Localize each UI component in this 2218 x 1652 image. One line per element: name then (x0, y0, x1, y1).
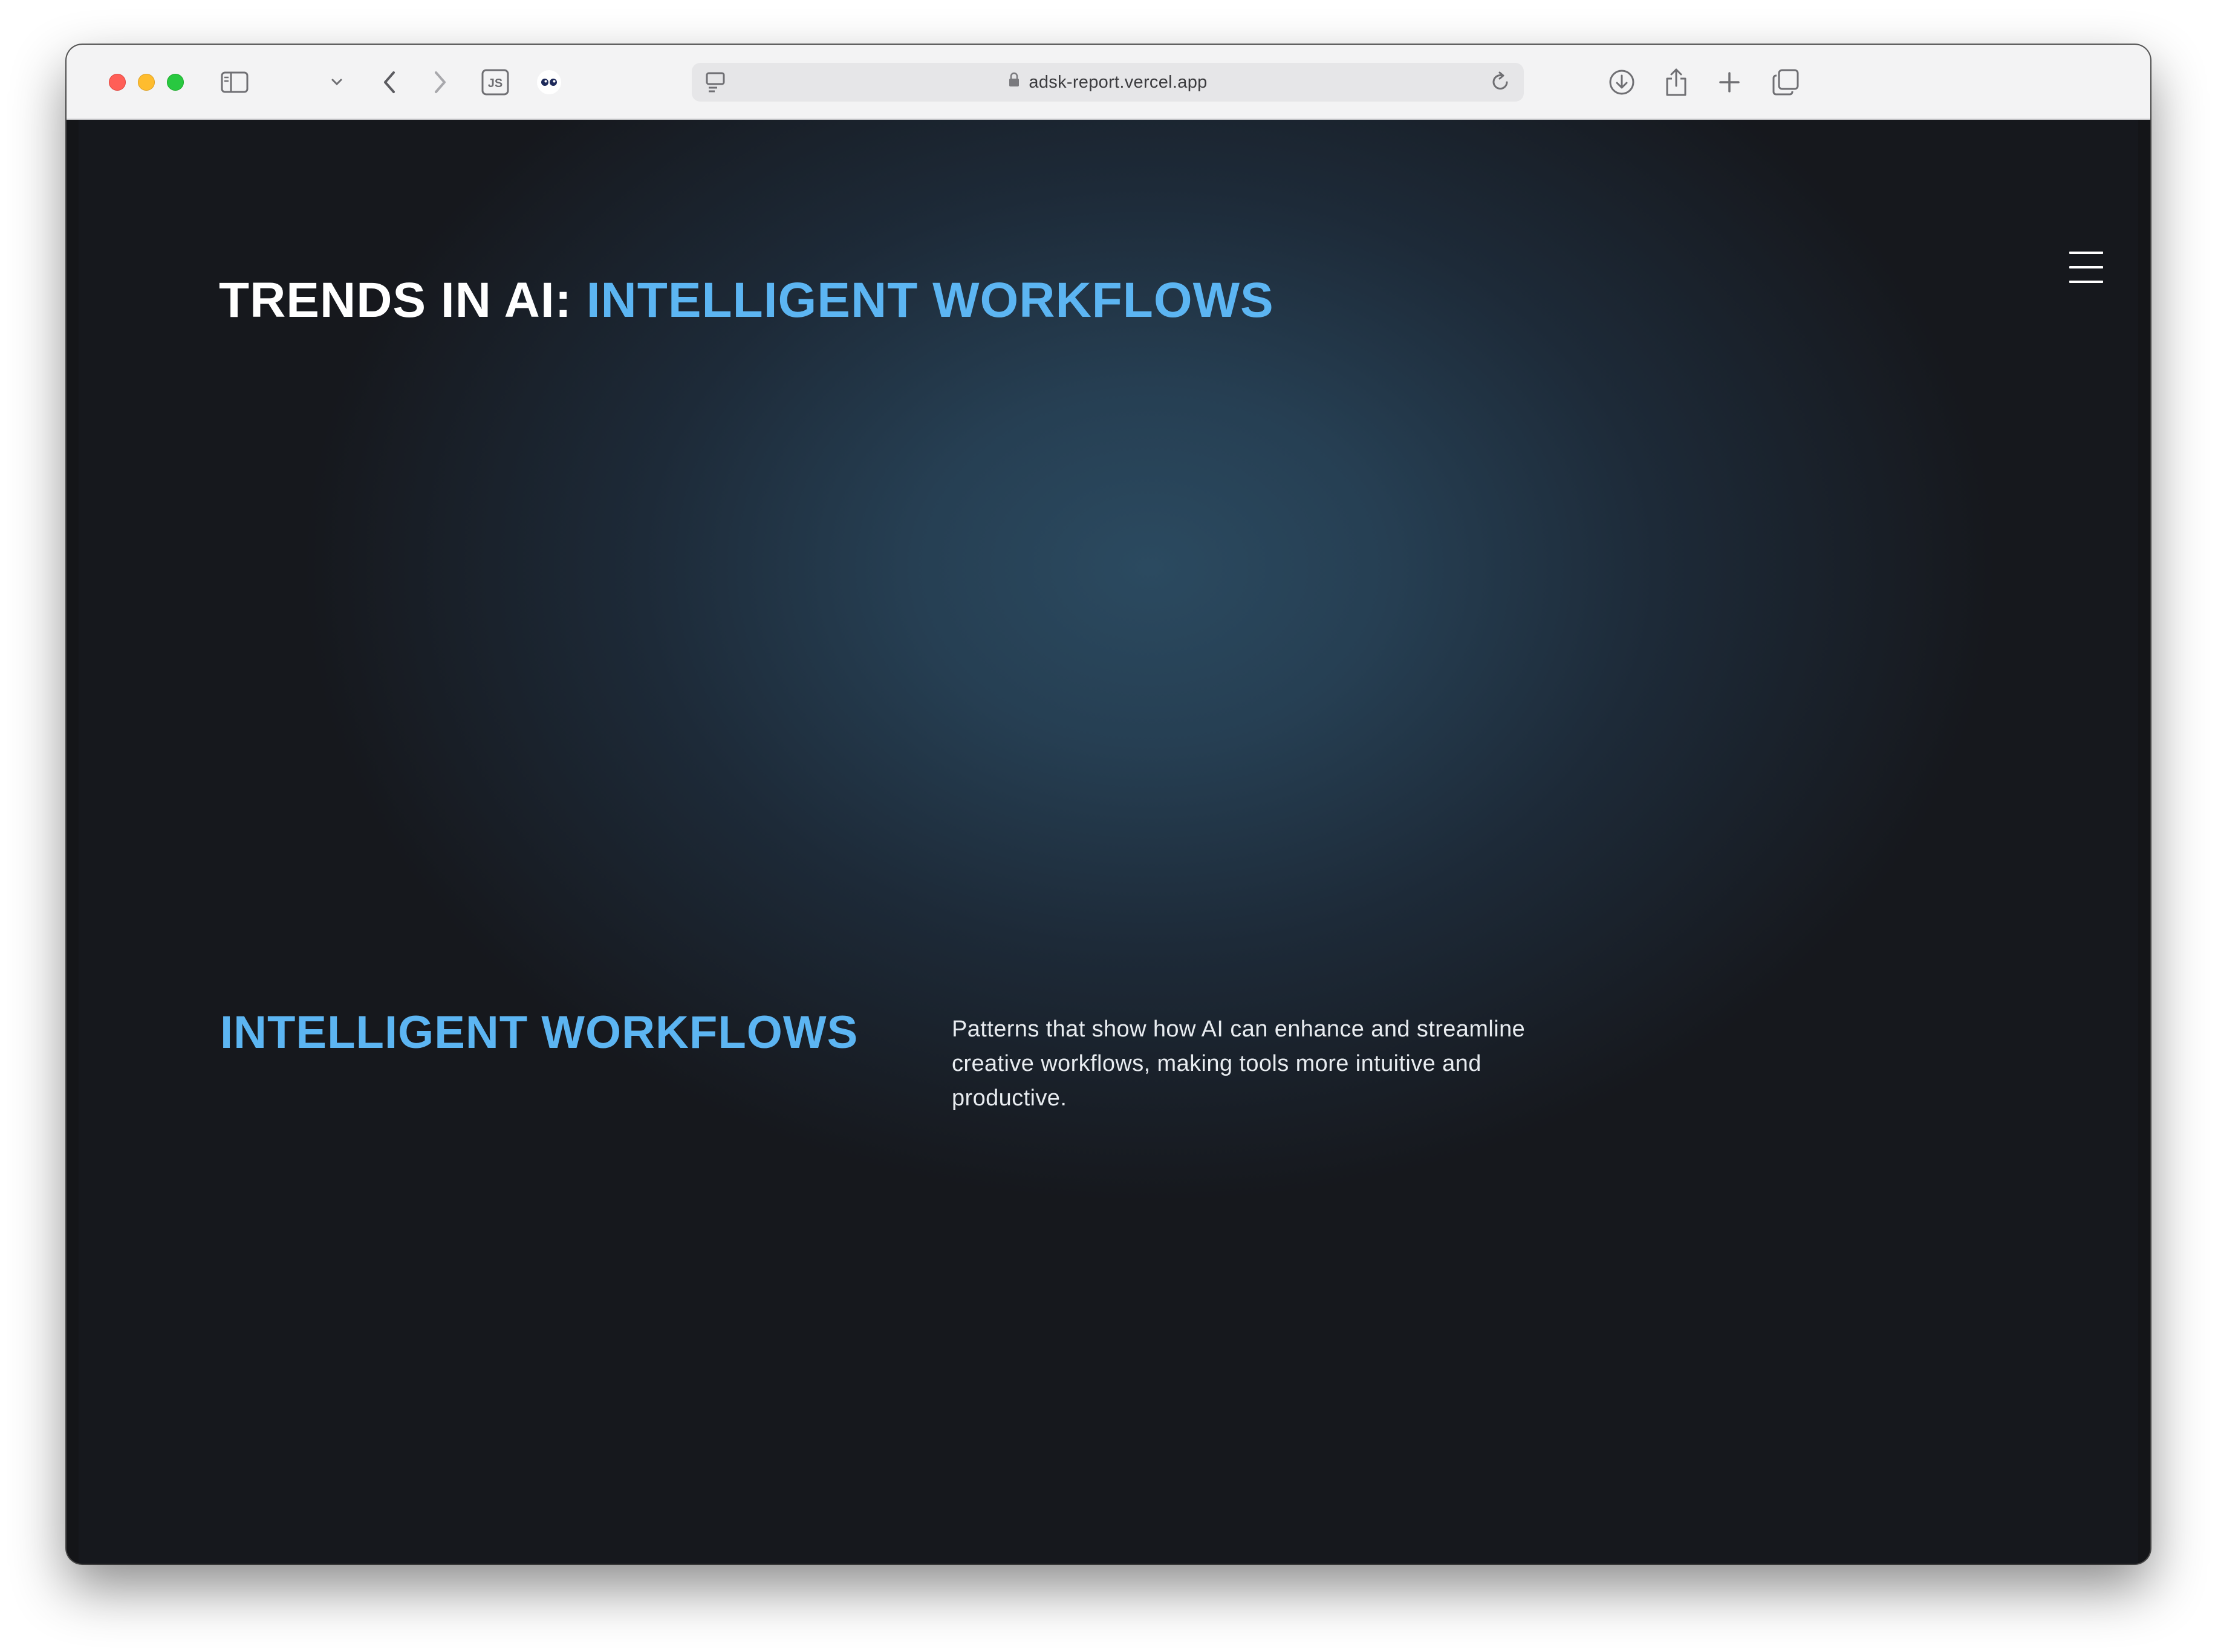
reload-icon[interactable] (1490, 70, 1512, 96)
browser-window: JS adsk-report.vercel.app TRENDS IN AI: … (67, 45, 2150, 1564)
back-arrow-icon[interactable] (379, 67, 400, 98)
sidebar-toggle-icon[interactable] (219, 67, 250, 98)
section-description: Patterns that show how AI can enhance an… (952, 1016, 1526, 1111)
minimize-window-button[interactable] (138, 74, 155, 91)
page-title-highlight: INTELLIGENT WORKFLOWS (586, 273, 1274, 328)
page-title: TRENDS IN AI: INTELLIGENT WORKFLOWS (219, 272, 1274, 329)
zoom-window-button[interactable] (167, 74, 184, 91)
menu-line (2069, 281, 2103, 283)
tab-overview-icon[interactable] (1771, 67, 1801, 98)
menu-line (2069, 266, 2103, 268)
eyes-extension-icon[interactable] (535, 67, 564, 98)
menu-line (2069, 252, 2103, 254)
forward-arrow-icon[interactable] (429, 67, 451, 98)
svg-text:JS: JS (488, 77, 502, 90)
address-bar[interactable]: adsk-report.vercel.app (692, 63, 1524, 102)
download-icon[interactable] (1607, 67, 1636, 98)
hamburger-menu-icon[interactable] (2069, 250, 2103, 284)
page-content: TRENDS IN AI: INTELLIGENT WORKFLOWS INTE… (79, 120, 2138, 1564)
close-window-button[interactable] (109, 74, 126, 91)
chevron-down-icon[interactable] (329, 67, 345, 98)
lock-icon (1008, 72, 1020, 93)
js-extension-icon[interactable]: JS (480, 67, 510, 98)
browser-toolbar: JS adsk-report.vercel.app (67, 45, 2150, 120)
page-title-prefix: TRENDS IN AI: (219, 273, 572, 328)
url-text: adsk-report.vercel.app (1029, 72, 1208, 92)
section-title: INTELLIGENT WORKFLOWS (220, 1007, 859, 1058)
plus-icon[interactable] (1717, 67, 1742, 98)
share-icon[interactable] (1663, 67, 1690, 98)
